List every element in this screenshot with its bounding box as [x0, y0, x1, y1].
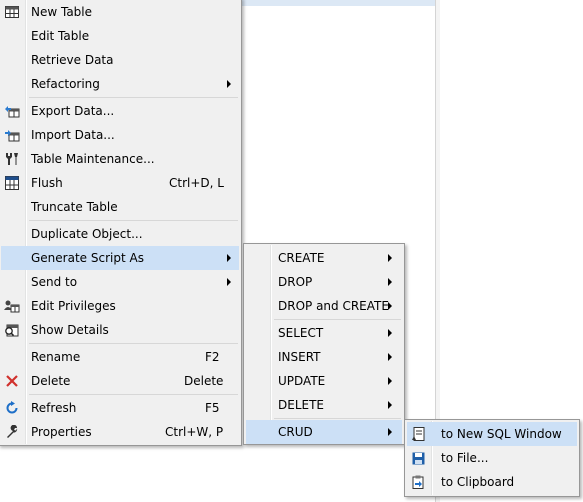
- submenu-item-insert[interactable]: INSERT: [246, 345, 402, 369]
- submenu-arrow-icon: [227, 278, 231, 286]
- menu-item-truncate-table[interactable]: Truncate Table: [1, 195, 239, 219]
- flush-icon: [4, 175, 20, 191]
- submenu-item-drop-and-create[interactable]: DROP and CREATE: [246, 294, 402, 318]
- new-sql-window-icon: [410, 426, 426, 442]
- menu-item-label: to New SQL Window: [441, 427, 562, 441]
- submenu-item-to-clipboard[interactable]: to Clipboard: [407, 470, 577, 494]
- menu-item-rename[interactable]: Rename F2: [1, 345, 239, 369]
- menu-item-send-to[interactable]: Send to: [1, 270, 239, 294]
- menu-item-label: SELECT: [278, 326, 324, 340]
- menu-item-label: DROP: [278, 275, 313, 289]
- refresh-icon: [4, 400, 20, 416]
- shortcut-text: Ctrl+D, L: [169, 176, 224, 190]
- menu-item-label: Export Data...: [31, 104, 115, 118]
- menu-item-label: Refresh: [31, 401, 77, 415]
- menu-item-label: Edit Table: [31, 29, 90, 43]
- menu-item-new-table[interactable]: New Table: [1, 0, 239, 24]
- menu-item-label: New Table: [31, 5, 93, 19]
- menu-item-label: UPDATE: [278, 374, 326, 388]
- submenu-item-update[interactable]: UPDATE: [246, 369, 402, 393]
- submenu-item-to-file[interactable]: to File...: [407, 446, 577, 470]
- crud-submenu: to New SQL Window to File... to Clipboar…: [404, 419, 580, 497]
- shortcut-text: F2: [205, 350, 220, 364]
- menu-item-label: Truncate Table: [31, 200, 118, 214]
- submenu-arrow-icon: [388, 302, 392, 310]
- menu-item-edit-privileges[interactable]: Edit Privileges: [1, 294, 239, 318]
- menu-item-label: Send to: [31, 275, 78, 289]
- menu-separator: [29, 97, 238, 98]
- menu-item-delete[interactable]: Delete Delete: [1, 369, 239, 393]
- submenu-item-select[interactable]: SELECT: [246, 321, 402, 345]
- menu-item-label: Retrieve Data: [31, 53, 114, 67]
- export-data-icon: [4, 103, 20, 119]
- menu-item-label: Properties: [31, 425, 92, 439]
- submenu-item-to-new-sql-window[interactable]: to New SQL Window: [407, 422, 577, 446]
- shortcut-text: Delete: [184, 374, 224, 388]
- menu-item-import-data[interactable]: Import Data...: [1, 123, 239, 147]
- submenu-arrow-icon: [388, 428, 392, 436]
- menu-item-label: to File...: [441, 451, 489, 465]
- selected-row-strip: [241, 0, 435, 6]
- menu-item-label: Duplicate Object...: [31, 227, 143, 241]
- menu-item-label: Show Details: [31, 323, 109, 337]
- menu-item-edit-table[interactable]: Edit Table: [1, 24, 239, 48]
- menu-item-label: INSERT: [278, 350, 321, 364]
- submenu-arrow-icon: [388, 329, 392, 337]
- menu-item-label: to Clipboard: [441, 475, 515, 489]
- menu-item-refresh[interactable]: Refresh F5: [1, 396, 239, 420]
- menu-item-label: Import Data...: [31, 128, 115, 142]
- menu-item-export-data[interactable]: Export Data...: [1, 99, 239, 123]
- submenu-item-delete[interactable]: DELETE: [246, 393, 402, 417]
- privileges-icon: [4, 298, 20, 314]
- menu-separator: [274, 418, 401, 419]
- menu-item-label: Table Maintenance...: [31, 152, 155, 166]
- properties-icon: [4, 424, 20, 440]
- menu-item-retrieve-data[interactable]: Retrieve Data: [1, 48, 239, 72]
- menu-item-refactoring[interactable]: Refactoring: [1, 72, 239, 96]
- generate-script-submenu: CREATE DROP DROP and CREATE SELECT INSER…: [243, 243, 405, 445]
- menu-item-label: CREATE: [278, 251, 325, 265]
- menu-item-label: CRUD: [278, 425, 313, 439]
- menu-item-label: Delete: [31, 374, 71, 388]
- menu-item-generate-script-as[interactable]: Generate Script As: [1, 246, 239, 270]
- menu-item-label: Flush: [31, 176, 63, 190]
- maintenance-icon: [4, 151, 20, 167]
- menu-item-duplicate-object[interactable]: Duplicate Object...: [1, 222, 239, 246]
- import-data-icon: [4, 127, 20, 143]
- menu-item-label: DELETE: [278, 398, 325, 412]
- menu-item-table-maintenance[interactable]: Table Maintenance...: [1, 147, 239, 171]
- submenu-item-crud[interactable]: CRUD: [246, 420, 402, 444]
- shortcut-text: F5: [205, 401, 220, 415]
- menu-item-flush[interactable]: Flush Ctrl+D, L: [1, 171, 239, 195]
- submenu-arrow-icon: [227, 254, 231, 262]
- submenu-arrow-icon: [227, 80, 231, 88]
- submenu-item-drop[interactable]: DROP: [246, 270, 402, 294]
- clipboard-icon: [410, 474, 426, 490]
- submenu-arrow-icon: [388, 278, 392, 286]
- submenu-item-create[interactable]: CREATE: [246, 246, 402, 270]
- shortcut-text: Ctrl+W, P: [165, 425, 224, 439]
- menu-separator: [29, 220, 238, 221]
- delete-icon: [4, 373, 20, 389]
- menu-separator: [29, 343, 238, 344]
- submenu-arrow-icon: [388, 401, 392, 409]
- save-file-icon: [410, 450, 426, 466]
- new-table-icon: [4, 4, 20, 20]
- menu-item-label: Rename: [31, 350, 81, 364]
- submenu-arrow-icon: [388, 254, 392, 262]
- menu-separator: [274, 319, 401, 320]
- menu-item-label: Generate Script As: [31, 251, 144, 265]
- menu-item-label: DROP and CREATE: [278, 299, 389, 313]
- menu-separator: [29, 394, 238, 395]
- menu-item-label: Refactoring: [31, 77, 100, 91]
- menu-item-show-details[interactable]: Show Details: [1, 318, 239, 342]
- menu-item-properties[interactable]: Properties Ctrl+W, P: [1, 420, 239, 444]
- submenu-arrow-icon: [388, 377, 392, 385]
- context-menu: New Table Edit Table Retrieve Data Refac…: [0, 0, 242, 446]
- details-icon: [4, 322, 20, 338]
- submenu-arrow-icon: [388, 353, 392, 361]
- menu-item-label: Edit Privileges: [31, 299, 116, 313]
